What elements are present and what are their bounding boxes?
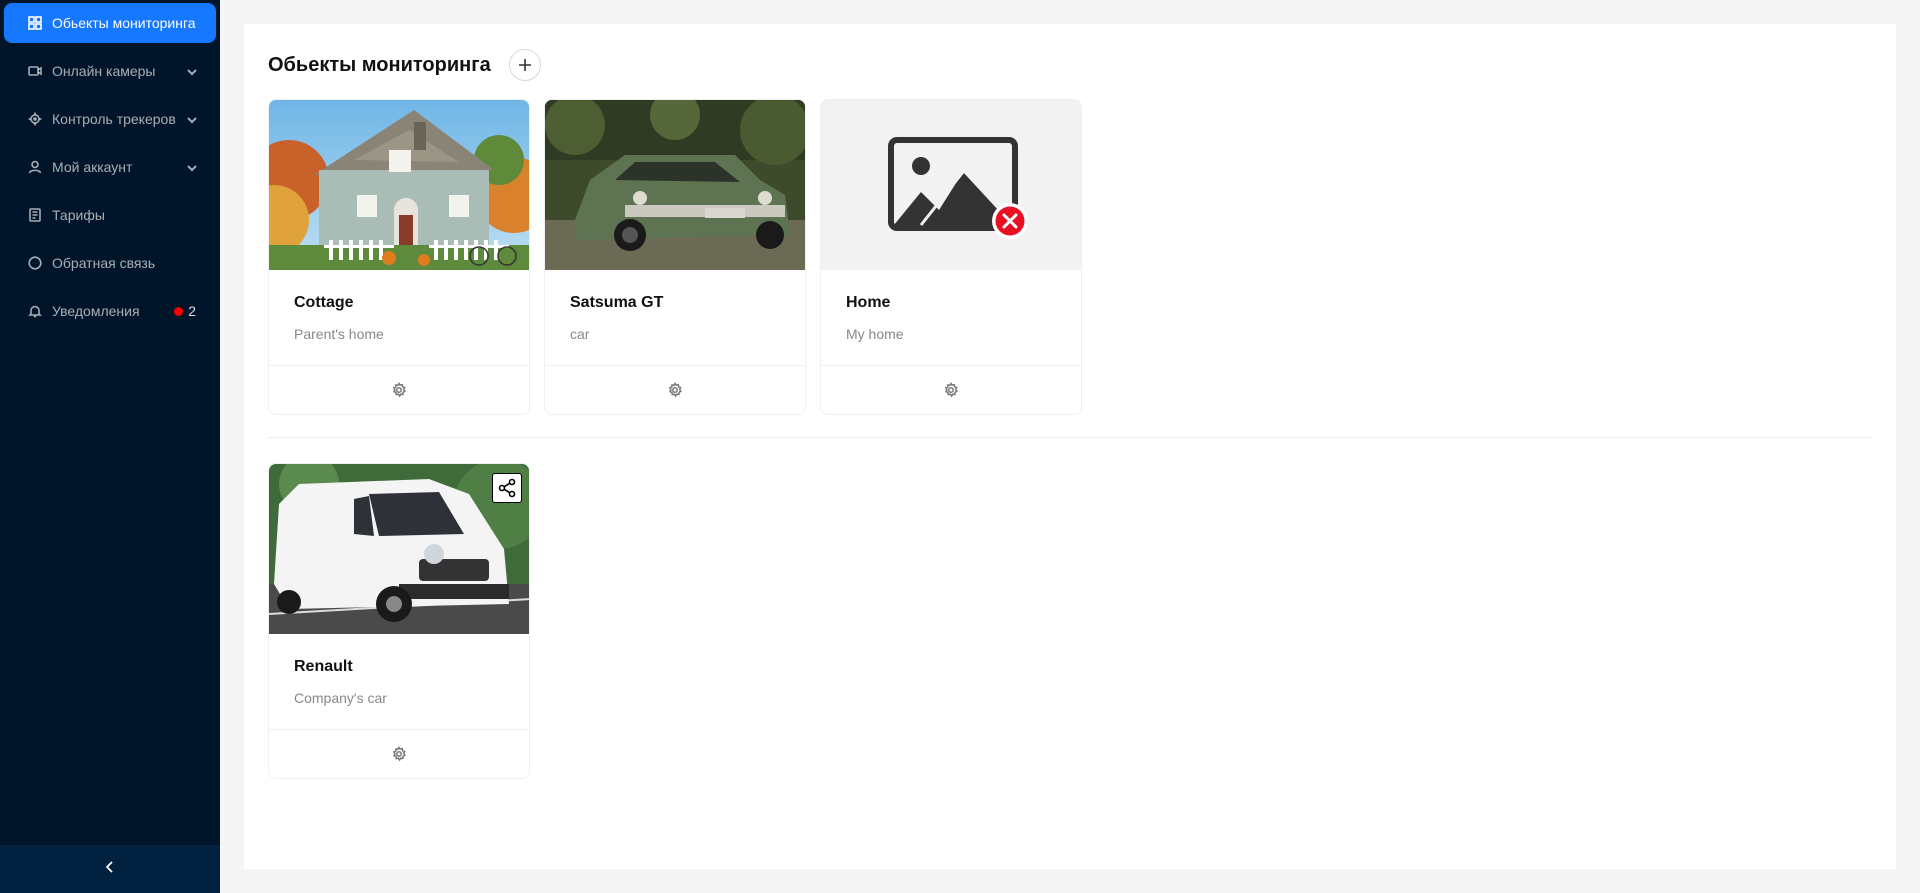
object-card-cottage[interactable]: Cottage Parent's home — [268, 99, 530, 415]
card-title: Cottage — [294, 294, 354, 311]
gear-icon[interactable] — [667, 382, 683, 398]
card-cover-image[interactable] — [545, 100, 805, 270]
sidebar-item-tracker-control[interactable]: Контроль трекеров — [4, 99, 216, 139]
sidebar-item-label: Мой аккаунт — [52, 159, 133, 175]
card-cover-image[interactable] — [821, 100, 1081, 270]
chevron-down-icon — [186, 65, 198, 77]
location-icon — [28, 112, 42, 126]
sidebar-item-label: Обратная связь — [52, 255, 156, 271]
add-object-button[interactable] — [508, 49, 541, 81]
card-description: Company's car — [294, 690, 387, 706]
share-icon — [497, 478, 517, 498]
page-header: Обьекты мониторинга — [268, 48, 541, 82]
card-actions — [545, 366, 805, 414]
card-cover-image[interactable] — [269, 100, 529, 270]
receipt-icon — [28, 208, 42, 222]
badge-dot — [174, 306, 184, 316]
gear-icon[interactable] — [943, 382, 959, 398]
card-description: My home — [846, 326, 904, 342]
car-photo — [545, 100, 805, 270]
card-description: Parent's home — [294, 326, 384, 342]
objects-grid: Cottage Parent's home Satsuma GT car Hom… — [268, 99, 1082, 415]
card-body: Renault Company's car — [269, 634, 529, 730]
image-error-placeholder — [821, 100, 1081, 270]
card-actions — [821, 366, 1081, 414]
sidebar-item-label: Онлайн камеры — [52, 63, 156, 79]
gear-icon[interactable] — [391, 746, 407, 762]
notification-badge: 2 — [174, 303, 196, 319]
sidebar-item-notifications[interactable]: Уведомления 2 — [4, 291, 216, 331]
card-body: Satsuma GT car — [545, 270, 805, 366]
object-card-renault[interactable]: Renault Company's car — [268, 463, 530, 779]
grid-icon — [28, 16, 42, 30]
sidebar-item-label: Уведомления — [52, 303, 140, 319]
sidebar-item-label: Обьекты мониторинга — [52, 15, 196, 31]
sidebar-item-my-account[interactable]: Мой аккаунт — [4, 147, 216, 187]
house-photo — [269, 100, 529, 270]
card-cover-image[interactable] — [269, 464, 529, 634]
sidebar-item-feedback[interactable]: Обратная связь — [4, 243, 216, 283]
object-card-satsuma-gt[interactable]: Satsuma GT car — [544, 99, 806, 415]
sidebar-collapse-button[interactable] — [0, 845, 220, 893]
message-icon — [28, 256, 42, 270]
plus-icon — [517, 57, 533, 73]
van-photo — [269, 464, 529, 634]
object-card-home[interactable]: Home My home — [820, 99, 1082, 415]
section-divider — [268, 437, 1872, 438]
chevron-down-icon — [186, 161, 198, 173]
user-icon — [28, 160, 42, 174]
sidebar: Обьекты мониторинга Онлайн камеры Контро… — [0, 0, 220, 893]
shared-objects-grid: Renault Company's car — [268, 463, 530, 779]
chevron-left-icon — [103, 860, 117, 879]
gear-icon[interactable] — [391, 382, 407, 398]
sidebar-item-label: Контроль трекеров — [52, 111, 176, 127]
card-actions — [269, 730, 529, 778]
card-title: Home — [846, 294, 891, 311]
sidebar-menu: Обьекты мониторинга Онлайн камеры Контро… — [0, 0, 220, 331]
badge-count: 2 — [188, 303, 196, 319]
card-actions — [269, 366, 529, 414]
card-title: Satsuma GT — [570, 294, 664, 311]
sidebar-item-label: Тарифы — [52, 207, 105, 223]
chevron-down-icon — [186, 113, 198, 125]
bell-icon — [28, 304, 42, 318]
sidebar-item-tariffs[interactable]: Тарифы — [4, 195, 216, 235]
card-body: Cottage Parent's home — [269, 270, 529, 366]
card-body: Home My home — [821, 270, 1081, 366]
camera-icon — [28, 64, 42, 78]
card-title: Renault — [294, 658, 353, 675]
card-description: car — [570, 326, 590, 342]
share-button[interactable] — [492, 473, 522, 503]
main-content: Обьекты мониторинга Cottage Parent's hom… — [244, 24, 1896, 869]
sidebar-item-online-cameras[interactable]: Онлайн камеры — [4, 51, 216, 91]
sidebar-item-monitoring-objects[interactable]: Обьекты мониторинга — [4, 3, 216, 43]
page-title: Обьекты мониторинга — [268, 53, 491, 76]
